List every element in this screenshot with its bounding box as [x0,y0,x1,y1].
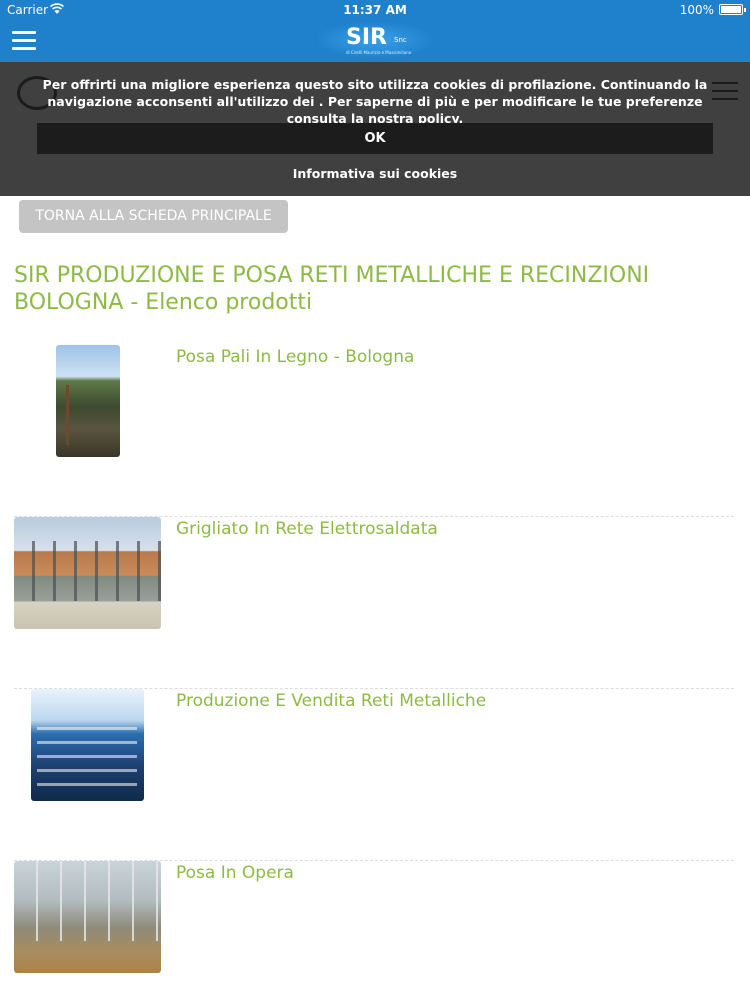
cookie-banner: Per offrirti una migliore esperienza que… [0,62,750,196]
hamburger-menu-icon[interactable] [12,31,36,50]
product-thumbnail[interactable] [56,345,120,457]
cookie-message: Per offrirti una migliore esperienza que… [42,77,708,126]
product-name[interactable]: Grigliato In Rete Elettrosaldata [176,519,438,539]
product-name[interactable]: Posa In Opera [176,863,294,883]
clock: 11:37 AM [343,3,407,17]
logo-suffix: Snc [394,36,407,44]
product-item[interactable]: Grigliato In Rete Elettrosaldata [14,517,734,689]
logo-tagline: di Cirelli Maurizio e Massimiliano [346,50,412,55]
sir-logo[interactable]: SIR Snc di Cirelli Maurizio e Massimilia… [318,22,432,58]
product-name[interactable]: Produzione E Vendita Reti Metalliche [176,691,486,711]
page-title: SIR PRODUZIONE E POSA RETI METALLICHE E … [14,263,650,315]
product-thumbnail[interactable] [31,689,144,801]
logo-mark: SIR [346,25,387,50]
product-thumbnail[interactable] [14,517,161,629]
cookie-policy-link[interactable]: Informativa sui cookies [0,166,750,181]
back-to-main-button[interactable]: TORNA ALLA SCHEDA PRINCIPALE [19,200,288,233]
status-bar: Carrier 11:37 AM 100% [0,0,750,20]
product-name[interactable]: Posa Pali In Legno - Bologna [176,347,414,367]
product-item[interactable]: Posa Pali In Legno - Bologna [14,345,734,517]
cookie-ok-button[interactable]: OK [37,123,713,154]
product-item[interactable]: Posa In Opera [14,861,734,991]
battery-icon [719,4,746,15]
product-thumbnail[interactable] [14,861,161,973]
battery-percent: 100% [679,3,714,17]
app-header: Carrier 11:37 AM 100% SIR Snc di Cirelli… [0,0,750,62]
product-item[interactable]: Produzione E Vendita Reti Metalliche [14,689,734,861]
